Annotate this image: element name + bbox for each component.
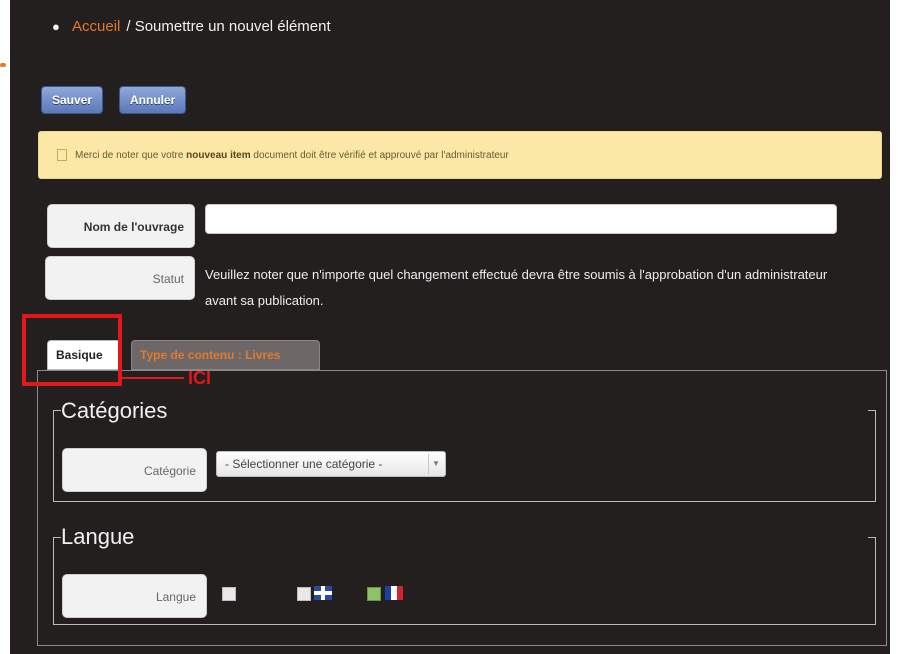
breadcrumb: ● Accueil / Soumettre un nouvel élément: [52, 18, 331, 35]
language-legend: Langue: [61, 524, 135, 549]
status-text: Veuillez noter que n'importe quel change…: [205, 267, 828, 308]
save-button[interactable]: Sauver: [41, 86, 104, 114]
document-icon: [57, 149, 67, 162]
status-label: Statut: [45, 256, 195, 300]
category-select[interactable]: - Sélectionner une catégorie - ▼: [216, 451, 446, 477]
uk-flag-icon: [314, 586, 332, 600]
cancel-button[interactable]: Annuler: [119, 86, 187, 114]
chevron-down-icon: ▼: [428, 454, 443, 474]
map-pin-icon: ●: [52, 19, 60, 34]
breadcrumb-separator: /: [126, 18, 131, 35]
notice-suffix: document doit être vérifié et approuvé p…: [253, 150, 509, 161]
annotation-arrow-line: [122, 377, 184, 379]
breadcrumb-current: Soumettre un nouvel élément: [134, 18, 331, 35]
language-label: Langue: [62, 574, 207, 618]
approval-notice: Merci de noter que votre nouveau item do…: [38, 131, 882, 179]
annotation-highlight-box: [22, 314, 122, 386]
categories-legend: Catégories: [61, 398, 168, 423]
annotation-label: ICI: [188, 368, 212, 388]
notice-prefix: Merci de noter que votre: [75, 150, 184, 161]
name-label: Nom de l'ouvrage: [47, 204, 195, 248]
language-checkbox-none[interactable]: [222, 587, 236, 601]
tab-content-type[interactable]: Type de contenu : Livres: [131, 340, 320, 370]
category-label: Catégorie: [62, 448, 207, 492]
name-input[interactable]: [205, 204, 837, 234]
category-select-value: - Sélectionner une catégorie -: [225, 457, 383, 471]
language-checkbox-english[interactable]: [297, 587, 311, 601]
fr-flag-icon: [385, 586, 403, 600]
language-checkbox-french[interactable]: [367, 587, 381, 601]
breadcrumb-home-link[interactable]: Accueil: [72, 18, 120, 35]
accent-marker: [0, 63, 6, 67]
notice-highlight: nouveau item: [186, 150, 251, 161]
